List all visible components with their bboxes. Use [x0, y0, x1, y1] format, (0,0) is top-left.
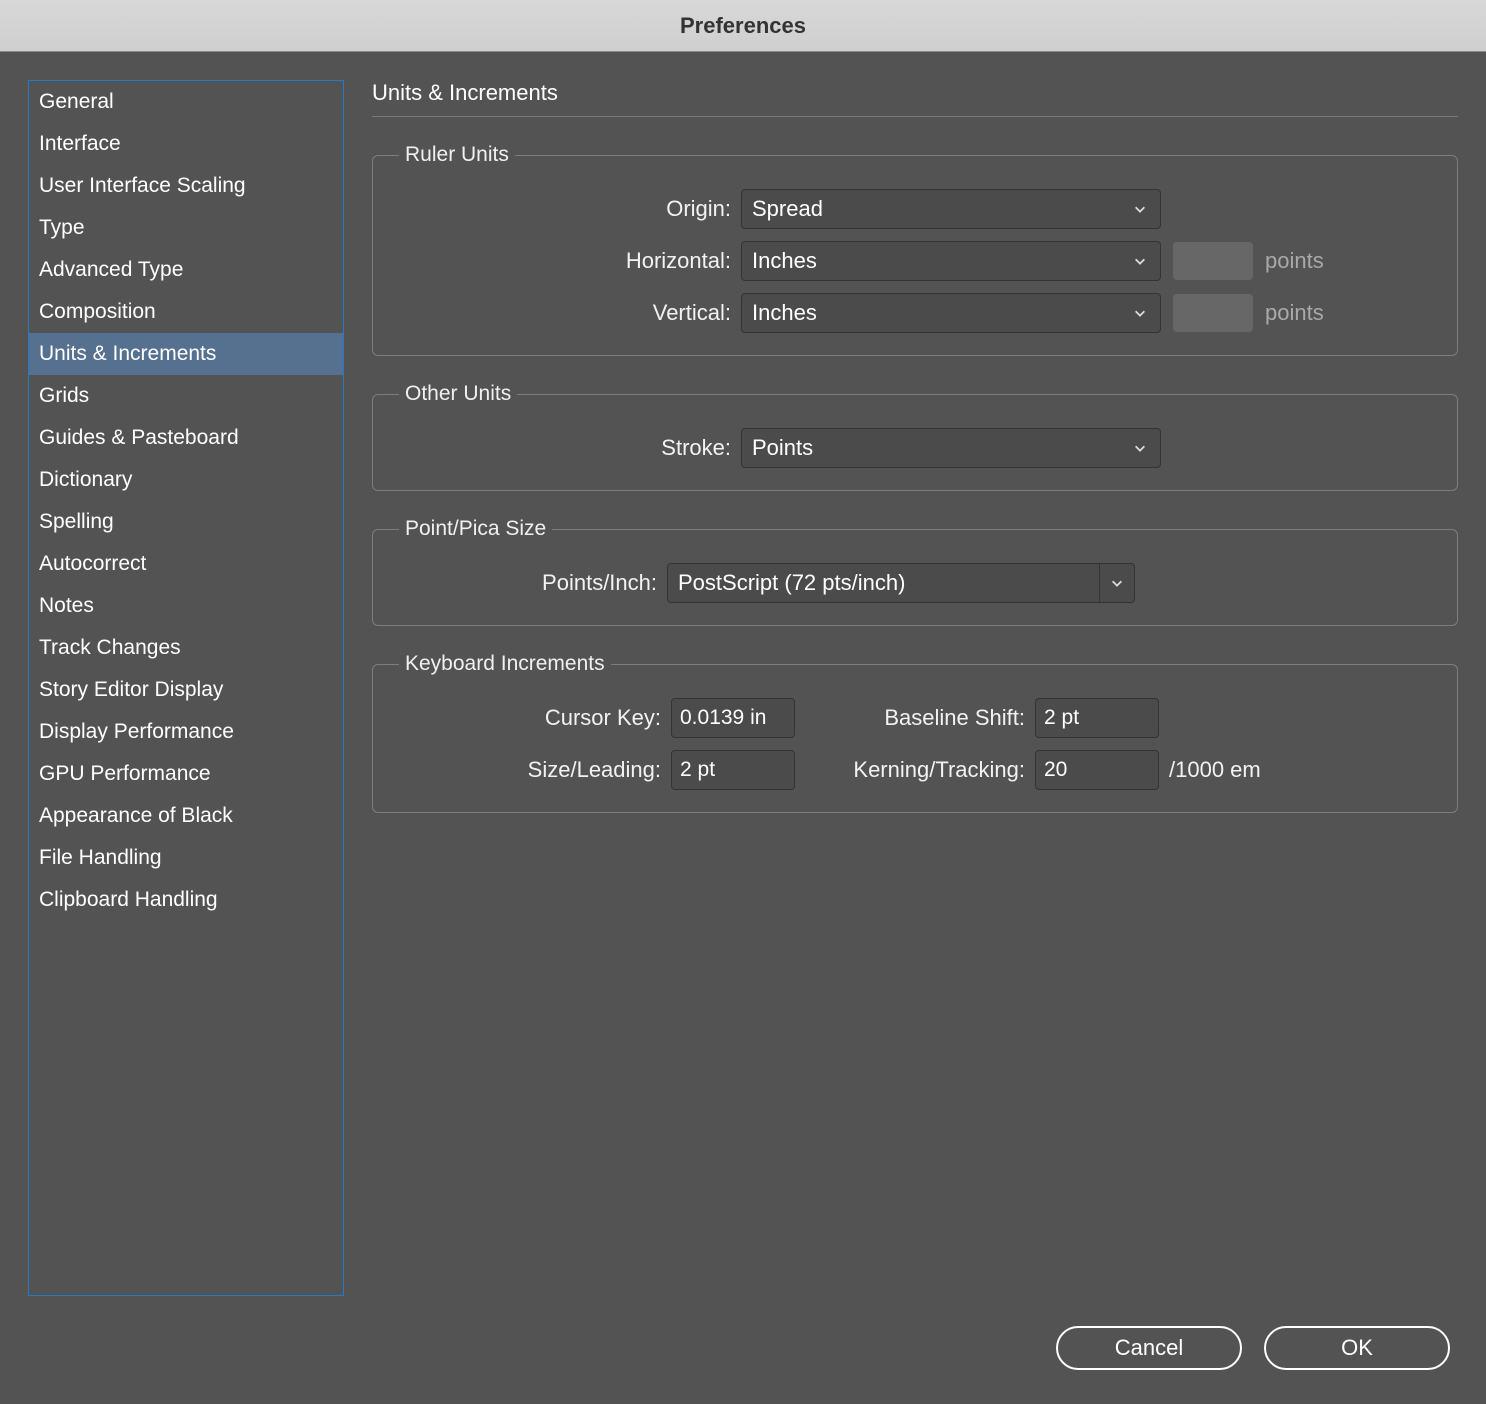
sidebar-item-label: Composition — [39, 300, 156, 323]
sidebar-item-composition[interactable]: Composition — [29, 291, 343, 333]
sidebar-item-label: Spelling — [39, 510, 114, 533]
sidebar-item-autocorrect[interactable]: Autocorrect — [29, 543, 343, 585]
sidebar-item-notes[interactable]: Notes — [29, 585, 343, 627]
sidebar-item-clipboard-handling[interactable]: Clipboard Handling — [29, 879, 343, 921]
sidebar-item-label: Appearance of Black — [39, 804, 233, 827]
sidebar-item-appearance-of-black[interactable]: Appearance of Black — [29, 795, 343, 837]
other-units-legend: Other Units — [399, 382, 517, 406]
sidebar-item-general[interactable]: General — [29, 81, 343, 123]
sidebar-item-label: Units & Increments — [39, 342, 216, 365]
cancel-button[interactable]: Cancel — [1056, 1326, 1242, 1370]
stroke-value: Points — [752, 435, 813, 461]
sidebar-item-guides-pasteboard[interactable]: Guides & Pasteboard — [29, 417, 343, 459]
size-leading-input[interactable] — [671, 750, 795, 790]
sidebar-item-label: Advanced Type — [39, 258, 183, 281]
horizontal-select[interactable]: Inches — [741, 241, 1161, 281]
sidebar-item-label: GPU Performance — [39, 762, 211, 785]
sidebar-item-label: Guides & Pasteboard — [39, 426, 239, 449]
vertical-select[interactable]: Inches — [741, 293, 1161, 333]
sidebar-item-interface[interactable]: Interface — [29, 123, 343, 165]
kerning-tracking-label: Kerning/Tracking: — [795, 757, 1035, 783]
point-pica-group: Point/Pica Size Points/Inch: PostScript … — [372, 517, 1458, 626]
baseline-shift-input[interactable] — [1035, 698, 1159, 738]
vertical-points-suffix: points — [1265, 300, 1324, 326]
horizontal-label: Horizontal: — [391, 248, 741, 274]
ruler-units-group: Ruler Units Origin: Spread Horizontal: I… — [372, 143, 1458, 356]
ruler-units-legend: Ruler Units — [399, 143, 515, 167]
sidebar-item-label: Notes — [39, 594, 94, 617]
chevron-down-icon — [1130, 251, 1150, 271]
sidebar-item-advanced-type[interactable]: Advanced Type — [29, 249, 343, 291]
window-titlebar: Preferences — [0, 0, 1486, 52]
sidebar-item-story-editor-display[interactable]: Story Editor Display — [29, 669, 343, 711]
window-title: Preferences — [680, 13, 806, 39]
origin-label: Origin: — [391, 196, 741, 222]
sidebar-item-label: Type — [39, 216, 85, 239]
sidebar-item-user-interface-scaling[interactable]: User Interface Scaling — [29, 165, 343, 207]
sidebar-item-label: Interface — [39, 132, 121, 155]
sidebar-item-units-increments[interactable]: Units & Increments — [29, 333, 343, 375]
baseline-shift-label: Baseline Shift: — [795, 705, 1035, 731]
sidebar-item-label: Clipboard Handling — [39, 888, 218, 911]
size-leading-label: Size/Leading: — [391, 757, 671, 783]
vertical-value: Inches — [752, 300, 817, 326]
horizontal-value: Inches — [752, 248, 817, 274]
sidebar-item-track-changes[interactable]: Track Changes — [29, 627, 343, 669]
sidebar-item-type[interactable]: Type — [29, 207, 343, 249]
page-title: Units & Increments — [372, 80, 1458, 117]
chevron-down-icon — [1130, 303, 1150, 323]
points-inch-value: PostScript (72 pts/inch) — [678, 570, 905, 596]
points-inch-select[interactable]: PostScript (72 pts/inch) — [667, 563, 1099, 603]
cursor-key-label: Cursor Key: — [391, 705, 671, 731]
chevron-down-icon — [1130, 199, 1150, 219]
origin-value: Spread — [752, 196, 823, 222]
sidebar-item-dictionary[interactable]: Dictionary — [29, 459, 343, 501]
keyboard-increments-group: Keyboard Increments Cursor Key: Baseline… — [372, 652, 1458, 813]
preferences-sidebar: General Interface User Interface Scaling Ty… — [28, 80, 344, 1296]
sidebar-item-label: Story Editor Display — [39, 678, 223, 701]
keyboard-increments-legend: Keyboard Increments — [399, 652, 611, 676]
sidebar-item-label: General — [39, 90, 114, 113]
origin-select[interactable]: Spread — [741, 189, 1161, 229]
vertical-points-input[interactable] — [1173, 294, 1253, 332]
chevron-down-icon — [1107, 573, 1127, 593]
sidebar-item-label: Autocorrect — [39, 552, 146, 575]
sidebar-item-label: Display Performance — [39, 720, 234, 743]
sidebar-item-display-performance[interactable]: Display Performance — [29, 711, 343, 753]
sidebar-item-file-handling[interactable]: File Handling — [29, 837, 343, 879]
sidebar-item-label: File Handling — [39, 846, 162, 869]
ok-button[interactable]: OK — [1264, 1326, 1450, 1370]
kerning-tracking-suffix: /1000 em — [1169, 757, 1261, 783]
horizontal-points-suffix: points — [1265, 248, 1324, 274]
points-inch-label: Points/Inch: — [391, 570, 667, 596]
sidebar-item-label: Track Changes — [39, 636, 181, 659]
horizontal-points-input[interactable] — [1173, 242, 1253, 280]
stroke-select[interactable]: Points — [741, 428, 1161, 468]
points-inch-dropdown-button[interactable] — [1099, 563, 1135, 603]
sidebar-item-spelling[interactable]: Spelling — [29, 501, 343, 543]
vertical-label: Vertical: — [391, 300, 741, 326]
cursor-key-input[interactable] — [671, 698, 795, 738]
sidebar-item-label: Grids — [39, 384, 89, 407]
kerning-tracking-input[interactable] — [1035, 750, 1159, 790]
stroke-label: Stroke: — [391, 435, 741, 461]
sidebar-item-label: Dictionary — [39, 468, 132, 491]
sidebar-item-grids[interactable]: Grids — [29, 375, 343, 417]
sidebar-item-label: User Interface Scaling — [39, 174, 246, 197]
chevron-down-icon — [1130, 438, 1150, 458]
sidebar-item-gpu-performance[interactable]: GPU Performance — [29, 753, 343, 795]
other-units-group: Other Units Stroke: Points — [372, 382, 1458, 491]
point-pica-legend: Point/Pica Size — [399, 517, 552, 541]
